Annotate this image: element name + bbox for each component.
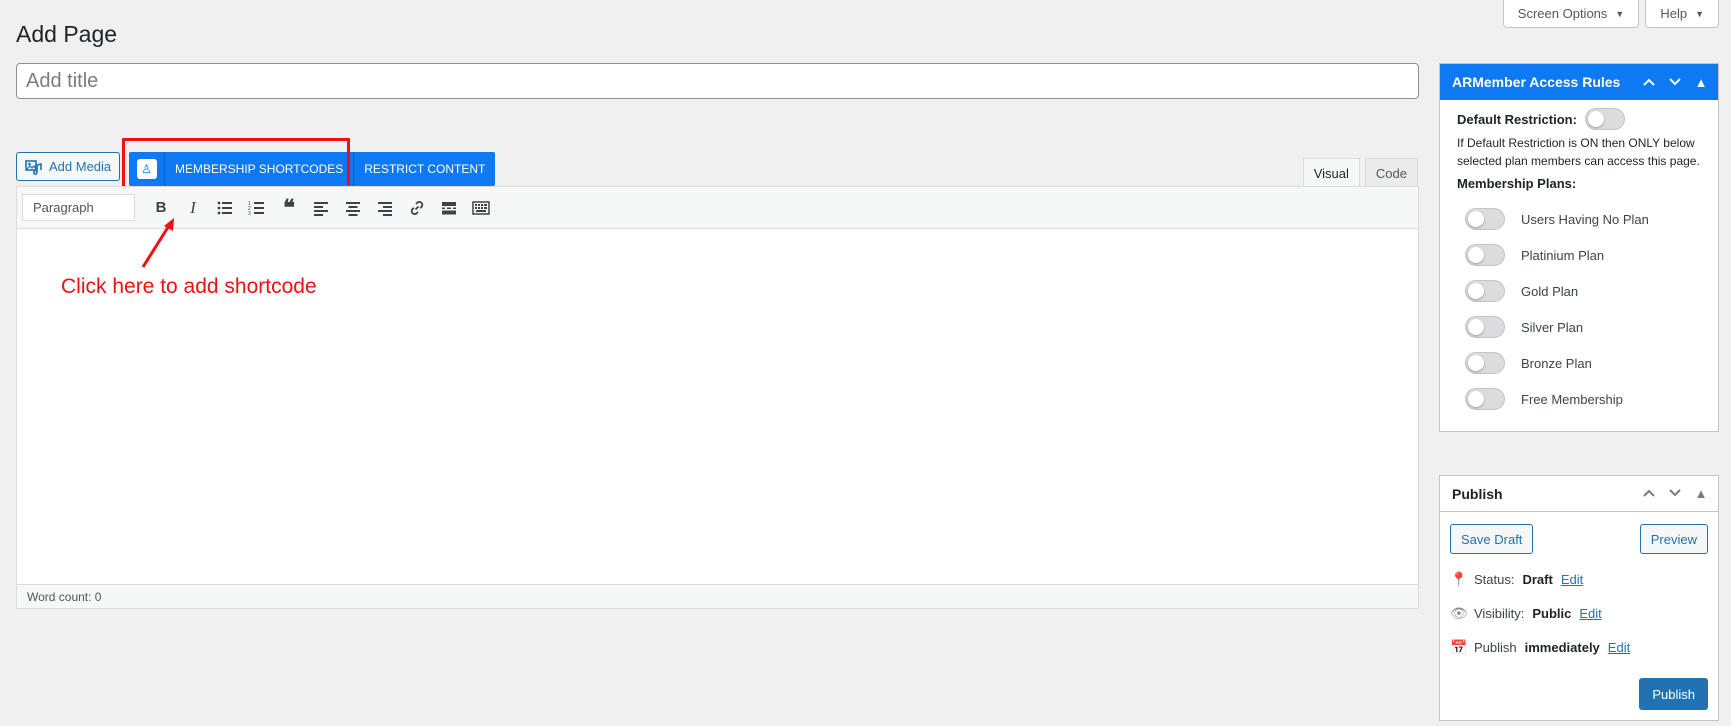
screen-meta-links: Screen Options ▼ Help ▼ <box>1502 0 1719 28</box>
align-right-icon[interactable] <box>369 194 401 222</box>
plan-toggle[interactable] <box>1465 316 1505 338</box>
plan-label: Gold Plan <box>1521 283 1579 299</box>
numbered-list-icon[interactable]: 123 <box>241 194 273 222</box>
move-up-icon[interactable] <box>1638 486 1660 501</box>
pin-icon: 📍 <box>1450 570 1468 587</box>
plan-label: Bronze Plan <box>1521 355 1592 371</box>
title-input[interactable] <box>16 63 1419 99</box>
publish-panel-header: Publish ▲ <box>1440 476 1718 512</box>
plan-item: Bronze Plan <box>1457 345 1700 381</box>
plan-label: Silver Plan <box>1521 319 1584 335</box>
align-center-icon[interactable] <box>337 194 369 222</box>
tab-visual[interactable]: Visual <box>1302 158 1360 187</box>
screen-options-label: Screen Options <box>1517 6 1608 21</box>
preview-button[interactable]: Preview <box>1639 524 1708 554</box>
add-media-label: Add Media <box>49 159 112 174</box>
plan-label: Platinium Plan <box>1521 247 1605 263</box>
plan-item: Gold Plan <box>1457 273 1700 309</box>
content-editor: Paragraph B I 123 ❝ Word count: 0 <box>16 186 1419 609</box>
armember-access-rules-panel: ARMember Access Rules ▲ Default Restrict… <box>1439 63 1719 432</box>
italic-icon[interactable]: I <box>177 194 209 222</box>
collapse-icon[interactable]: ▲ <box>1690 75 1712 90</box>
link-icon[interactable] <box>401 194 433 222</box>
publish-panel-title: Publish <box>1452 485 1503 502</box>
default-restriction-row: Default Restriction: <box>1457 108 1700 130</box>
page-title: Add Page <box>16 21 118 47</box>
plan-item: Free Membership <box>1457 381 1700 417</box>
blockquote-icon[interactable]: ❝ <box>273 194 305 222</box>
plan-toggle[interactable] <box>1465 208 1505 230</box>
editor-mode-tabs: Visual Code <box>1302 158 1418 187</box>
visibility-row: 👁 Visibility: Public Edit <box>1450 604 1708 622</box>
edit-status-link[interactable]: Edit <box>1561 572 1583 587</box>
publish-label: Publish <box>1474 639 1517 655</box>
schedule-row: 📅 Publish immediately Edit <box>1450 638 1708 656</box>
save-draft-button[interactable]: Save Draft <box>1450 524 1534 554</box>
media-icon <box>25 159 42 175</box>
plan-toggle[interactable] <box>1465 244 1505 266</box>
publish-button[interactable]: Publish <box>1639 678 1708 710</box>
armember-panel-title: ARMember Access Rules <box>1452 74 1621 90</box>
collapse-icon[interactable]: ▲ <box>1690 486 1712 501</box>
publish-panel: Publish ▲ Save Draft Preview 📍 Status: D… <box>1439 475 1719 721</box>
help-label: Help <box>1660 6 1688 21</box>
status-row: 📍 Status: Draft Edit <box>1450 570 1708 588</box>
plan-item: Silver Plan <box>1457 309 1700 345</box>
help-button[interactable]: Help ▼ <box>1645 0 1719 28</box>
editor-toolbar: Paragraph B I 123 ❝ <box>17 187 1418 229</box>
status-value: Draft <box>1522 571 1553 587</box>
move-up-icon[interactable] <box>1638 75 1660 90</box>
annotation-text: Click here to add shortcode <box>61 275 317 298</box>
plan-toggle[interactable] <box>1465 352 1505 374</box>
toolbar-buttons: B I 123 ❝ <box>145 194 497 222</box>
default-restriction-toggle[interactable] <box>1584 108 1625 130</box>
bulleted-list-icon[interactable] <box>209 194 241 222</box>
add-media-button[interactable]: Add Media <box>16 152 121 181</box>
plan-toggle[interactable] <box>1465 388 1505 410</box>
caret-down-icon: ▼ <box>1695 8 1704 19</box>
align-left-icon[interactable] <box>305 194 337 222</box>
eye-icon: 👁 <box>1450 604 1468 621</box>
visibility-value: Public <box>1532 605 1572 621</box>
armember-panel-header: ARMember Access Rules ▲ <box>1440 64 1718 100</box>
svg-text:3: 3 <box>248 211 251 217</box>
plan-item: Platinium Plan <box>1457 237 1700 273</box>
screen-options-button[interactable]: Screen Options ▼ <box>1502 0 1640 28</box>
restriction-description: If Default Restriction is ON then ONLY b… <box>1457 136 1700 168</box>
visibility-label: Visibility: <box>1474 605 1525 621</box>
plan-item: Users Having No Plan <box>1457 201 1700 237</box>
publish-value: immediately <box>1524 639 1600 655</box>
calendar-icon: 📅 <box>1450 638 1468 655</box>
edit-visibility-link[interactable]: Edit <box>1579 606 1601 621</box>
move-down-icon[interactable] <box>1664 75 1686 90</box>
move-down-icon[interactable] <box>1664 486 1686 501</box>
read-more-icon[interactable] <box>433 194 465 222</box>
status-label: Status: <box>1474 571 1515 587</box>
caret-down-icon: ▼ <box>1615 8 1625 19</box>
plan-label: Users Having No Plan <box>1521 211 1649 227</box>
format-select[interactable]: Paragraph <box>22 194 135 221</box>
membership-plan-list: Users Having No Plan Platinium Plan Gold… <box>1457 201 1700 417</box>
plan-label: Free Membership <box>1521 391 1623 407</box>
plan-toggle[interactable] <box>1465 280 1505 302</box>
default-restriction-label: Default Restriction: <box>1457 111 1577 127</box>
restrict-content-button[interactable]: RESTRICT CONTENT <box>353 152 495 186</box>
annotation-arrow <box>141 218 174 268</box>
word-count: Word count: 0 <box>17 584 1418 608</box>
tab-code[interactable]: Code <box>1364 158 1418 187</box>
membership-plans-label: Membership Plans: <box>1457 176 1577 191</box>
edit-schedule-link[interactable]: Edit <box>1608 640 1630 655</box>
toolbar-toggle-icon[interactable] <box>465 194 497 222</box>
